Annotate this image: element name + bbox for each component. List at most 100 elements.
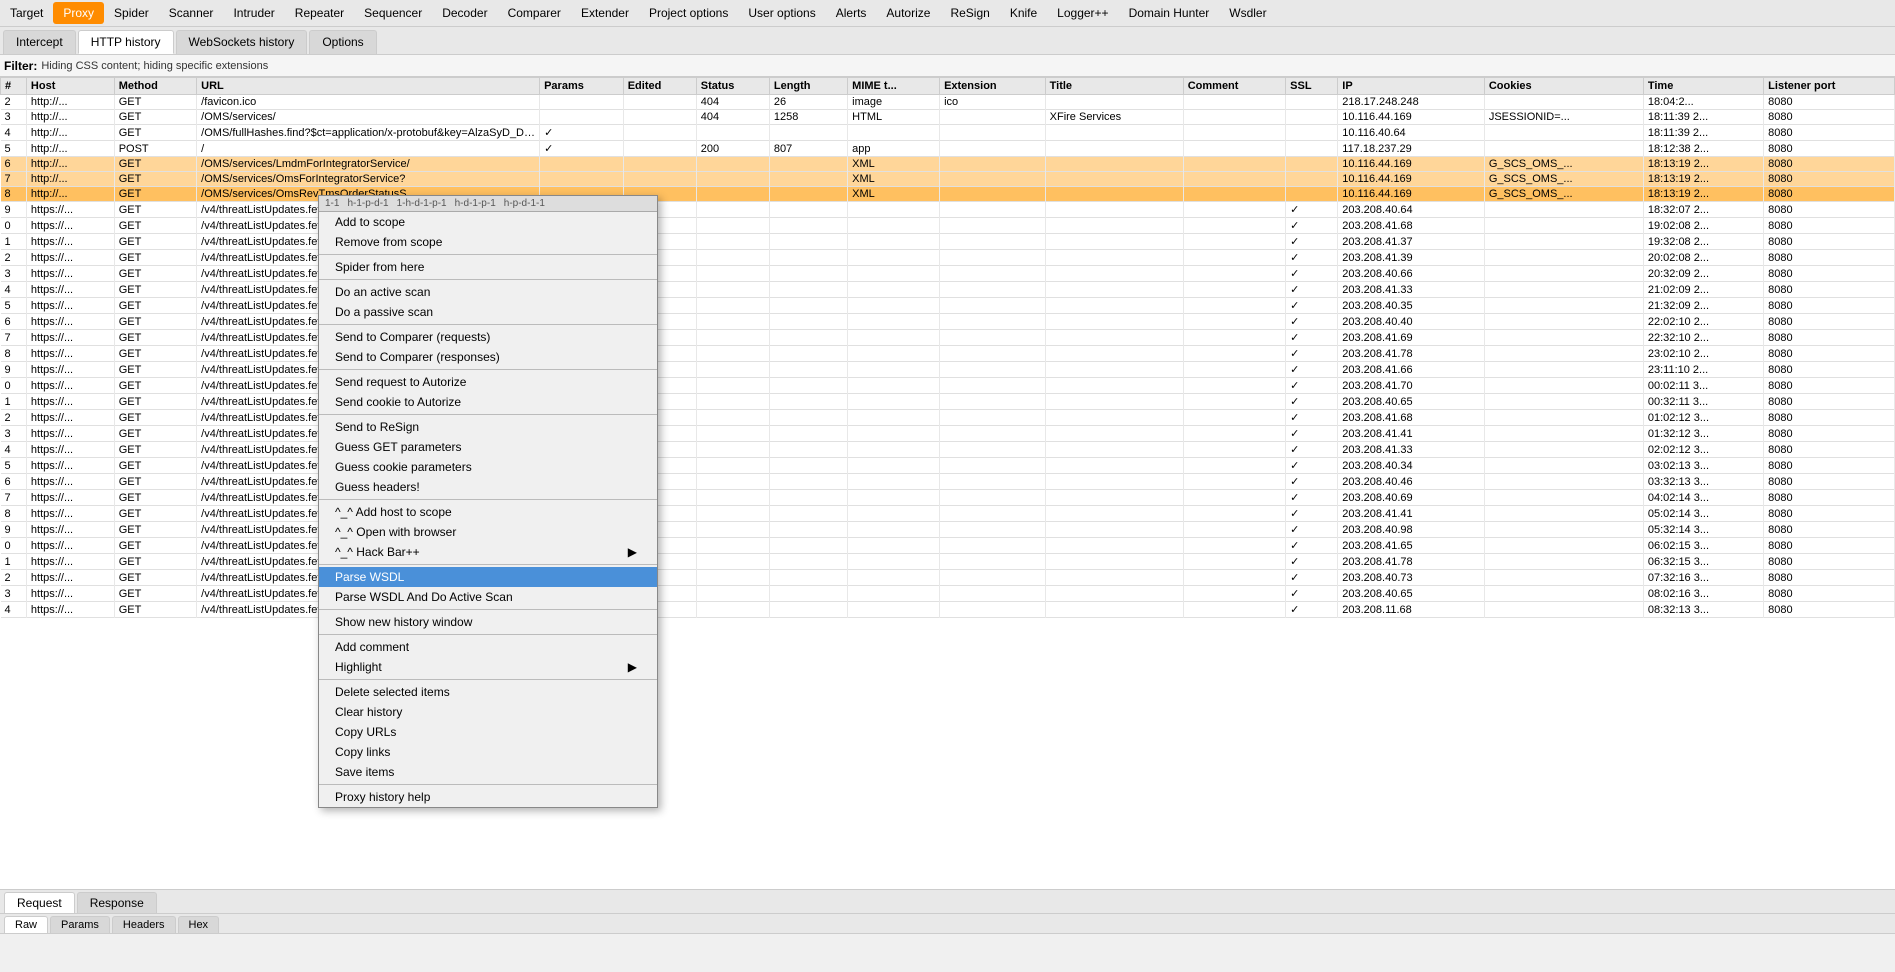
ctx-menu-item[interactable]: ^_^ Open with browser <box>319 522 657 542</box>
bottom-subtab-headers[interactable]: Headers <box>112 916 176 933</box>
table-row[interactable]: 3https://...GET/v4/threatListUpdates.fet… <box>1 586 1895 602</box>
col-header-comment[interactable]: Comment <box>1183 78 1285 95</box>
col-header-method[interactable]: Method <box>114 78 196 95</box>
col-header-status[interactable]: Status <box>696 78 769 95</box>
bottom-tab-response[interactable]: Response <box>77 892 157 913</box>
bottom-subtab-raw[interactable]: Raw <box>4 916 48 933</box>
ctx-menu-item[interactable]: Guess GET parameters <box>319 437 657 457</box>
col-header-extension[interactable]: Extension <box>940 78 1046 95</box>
table-row[interactable]: 6https://...GET/v4/threatListUpdates.fet… <box>1 314 1895 330</box>
table-row[interactable]: 8http://...GET/OMS/services/OmsRevTmsOrd… <box>1 187 1895 202</box>
ctx-menu-item[interactable]: Do an active scan <box>319 282 657 302</box>
tab-websockets-history[interactable]: WebSockets history <box>176 30 308 54</box>
bottom-subtab-hex[interactable]: Hex <box>178 916 220 933</box>
ctx-menu-item[interactable]: Show new history window <box>319 612 657 632</box>
ctx-menu-item[interactable]: Add comment <box>319 637 657 657</box>
table-row[interactable]: 4https://...GET/v4/threatListUpdates.fet… <box>1 602 1895 618</box>
col-header-host[interactable]: Host <box>26 78 114 95</box>
col-header--[interactable]: # <box>1 78 27 95</box>
menu-item-spider[interactable]: Spider <box>104 2 159 24</box>
table-row[interactable]: 4https://...GET/v4/threatListUpdates.fet… <box>1 282 1895 298</box>
ctx-menu-item[interactable]: Copy links <box>319 742 657 762</box>
menu-item-autorize[interactable]: Autorize <box>876 2 940 24</box>
table-row[interactable]: 1https://...GET/v4/threatListUpdates.fet… <box>1 234 1895 250</box>
col-header-url[interactable]: URL <box>197 78 540 95</box>
table-row[interactable]: 4https://...GET/v4/threatListUpdates.fet… <box>1 442 1895 458</box>
menu-item-target[interactable]: Target <box>0 2 53 24</box>
ctx-menu-item[interactable]: Do a passive scan <box>319 302 657 322</box>
http-history-table-container[interactable]: #HostMethodURLParamsEditedStatusLengthMI… <box>0 77 1895 889</box>
ctx-menu-item[interactable]: Clear history <box>319 702 657 722</box>
menu-item-proxy[interactable]: Proxy <box>53 2 104 24</box>
table-row[interactable]: 1https://...GET/v4/threatListUpdates.fet… <box>1 394 1895 410</box>
col-header-length[interactable]: Length <box>769 78 847 95</box>
ctx-menu-item[interactable]: Spider from here <box>319 257 657 277</box>
ctx-submenu-item[interactable]: ^_^ Hack Bar++ <box>319 542 657 562</box>
col-header-title[interactable]: Title <box>1045 78 1183 95</box>
menu-item-user-options[interactable]: User options <box>738 2 825 24</box>
menu-item-project-options[interactable]: Project options <box>639 2 738 24</box>
col-header-params[interactable]: Params <box>540 78 624 95</box>
table-row[interactable]: 9https://...GET/v4/threatListUpdates.fet… <box>1 362 1895 378</box>
table-row[interactable]: 1https://...GET/v4/threatListUpdates.fet… <box>1 554 1895 570</box>
tab-options[interactable]: Options <box>309 30 376 54</box>
table-row[interactable]: 5https://...GET/v4/threatListUpdates.fet… <box>1 458 1895 474</box>
col-header-edited[interactable]: Edited <box>623 78 696 95</box>
menu-item-logger++[interactable]: Logger++ <box>1047 2 1118 24</box>
table-row[interactable]: 0https://...GET/v4/threatListUpdates.fet… <box>1 218 1895 234</box>
menu-item-sequencer[interactable]: Sequencer <box>354 2 432 24</box>
menu-item-scanner[interactable]: Scanner <box>159 2 224 24</box>
ctx-menu-item[interactable]: Send request to Autorize <box>319 372 657 392</box>
tab-http-history[interactable]: HTTP history <box>78 30 174 54</box>
ctx-menu-item[interactable]: Delete selected items <box>319 682 657 702</box>
table-row[interactable]: 6http://...GET/OMS/services/LmdmForInteg… <box>1 157 1895 172</box>
ctx-submenu-item[interactable]: Highlight <box>319 657 657 677</box>
col-header-listener-port[interactable]: Listener port <box>1764 78 1895 95</box>
ctx-menu-item[interactable]: Parse WSDL And Do Active Scan <box>319 587 657 607</box>
col-header-ssl[interactable]: SSL <box>1286 78 1338 95</box>
menu-item-comparer[interactable]: Comparer <box>498 2 571 24</box>
ctx-menu-item[interactable]: Parse WSDL <box>319 567 657 587</box>
menu-item-wsdler[interactable]: Wsdler <box>1219 2 1276 24</box>
table-row[interactable]: 5http://...POST/✓200807app117.18.237.291… <box>1 141 1895 157</box>
ctx-menu-item[interactable]: Add to scope <box>319 212 657 232</box>
table-row[interactable]: 9https://...GET/v4/threatListUpdates.fet… <box>1 522 1895 538</box>
menu-item-decoder[interactable]: Decoder <box>432 2 497 24</box>
table-row[interactable]: 7https://...GET/v4/threatListUpdates.fet… <box>1 330 1895 346</box>
table-row[interactable]: 6https://...GET/v4/threatListUpdates.fet… <box>1 474 1895 490</box>
col-header-ip[interactable]: IP <box>1338 78 1485 95</box>
table-row[interactable]: 2https://...GET/v4/threatListUpdates.fet… <box>1 570 1895 586</box>
table-row[interactable]: 7https://...GET/v4/threatListUpdates.fet… <box>1 490 1895 506</box>
ctx-menu-item[interactable]: Copy URLs <box>319 722 657 742</box>
menu-item-intruder[interactable]: Intruder <box>223 2 284 24</box>
ctx-menu-item[interactable]: Send to ReSign <box>319 417 657 437</box>
ctx-menu-item[interactable]: Save items <box>319 762 657 782</box>
col-header-mime-t---[interactable]: MIME t... <box>848 78 940 95</box>
bottom-tab-request[interactable]: Request <box>4 892 75 913</box>
table-row[interactable]: 3https://...GET/v4/threatListUpdates.fet… <box>1 266 1895 282</box>
ctx-menu-item[interactable]: Proxy history help <box>319 787 657 807</box>
table-row[interactable]: 2https://...GET/v4/threatListUpdates.fet… <box>1 250 1895 266</box>
table-row[interactable]: 9https://...GET/v4/threatListUpdates.fet… <box>1 202 1895 218</box>
table-row[interactable]: 7http://...GET/OMS/services/OmsForIntegr… <box>1 172 1895 187</box>
ctx-menu-item[interactable]: ^_^ Add host to scope <box>319 502 657 522</box>
menu-item-alerts[interactable]: Alerts <box>826 2 877 24</box>
table-row[interactable]: 8https://...GET/v4/threatListUpdates.fet… <box>1 346 1895 362</box>
bottom-subtab-params[interactable]: Params <box>50 916 110 933</box>
ctx-menu-item[interactable]: Send to Comparer (requests) <box>319 327 657 347</box>
menu-item-extender[interactable]: Extender <box>571 2 639 24</box>
col-header-time[interactable]: Time <box>1643 78 1763 95</box>
ctx-menu-item[interactable]: Remove from scope <box>319 232 657 252</box>
table-row[interactable]: 3http://...GET/OMS/services/4041258HTMLX… <box>1 110 1895 125</box>
menu-item-repeater[interactable]: Repeater <box>285 2 354 24</box>
tab-intercept[interactable]: Intercept <box>3 30 76 54</box>
ctx-menu-item[interactable]: Send to Comparer (responses) <box>319 347 657 367</box>
menu-item-resign[interactable]: ReSign <box>940 2 999 24</box>
col-header-cookies[interactable]: Cookies <box>1484 78 1643 95</box>
table-row[interactable]: 0https://...GET/v4/threatListUpdates.fet… <box>1 378 1895 394</box>
table-row[interactable]: 4http://...GET/OMS/fullHashes.find?$ct=a… <box>1 125 1895 141</box>
ctx-menu-item[interactable]: Guess headers! <box>319 477 657 497</box>
table-row[interactable]: 2http://...GET/favicon.ico40426imageico2… <box>1 95 1895 110</box>
ctx-menu-item[interactable]: Guess cookie parameters <box>319 457 657 477</box>
table-row[interactable]: 3https://...GET/v4/threatListUpdates.fet… <box>1 426 1895 442</box>
